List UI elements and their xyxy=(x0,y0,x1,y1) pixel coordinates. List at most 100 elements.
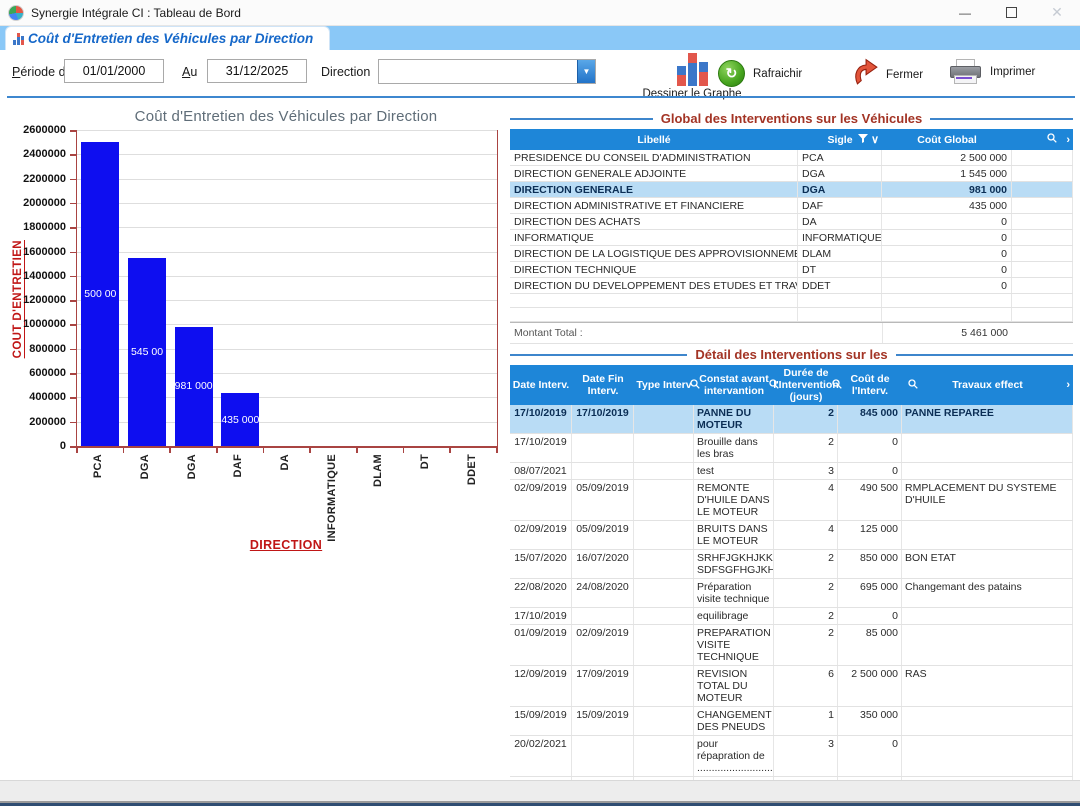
close-arrow-icon xyxy=(852,58,878,91)
table-row[interactable]: 22/08/202024/08/2020Préparation visite t… xyxy=(510,579,1073,608)
chevron-down-icon[interactable]: ∨ xyxy=(871,134,879,146)
table-row[interactable]: INFORMATIQUEINFORMATIQUE0 xyxy=(510,230,1073,246)
column-header-libelle[interactable]: Libellé xyxy=(510,129,798,150)
table-row[interactable]: 15/09/201915/09/2019CHANGEMENT DES PNEUD… xyxy=(510,707,1073,736)
table-row[interactable]: 17/10/2019Brouille dans les bras20 xyxy=(510,434,1073,463)
table-cell xyxy=(1012,278,1073,293)
table-cell: equilibrage xyxy=(694,608,774,624)
fermer-button[interactable]: Fermer xyxy=(852,58,923,91)
table-cell xyxy=(1012,246,1073,261)
au-label: Au xyxy=(182,65,197,79)
minimize-button[interactable]: — xyxy=(942,0,988,25)
rafraichir-button[interactable]: ↻ Rafraichir xyxy=(718,60,802,87)
x-axis-tick xyxy=(169,448,171,453)
gridline xyxy=(77,203,497,204)
chevron-right-icon[interactable]: › xyxy=(1066,379,1070,391)
table-row[interactable]: 01/09/201902/09/2019PREPARATION VISITE T… xyxy=(510,625,1073,666)
chevron-right-icon[interactable]: › xyxy=(1066,134,1070,146)
y-axis-tick xyxy=(70,324,76,326)
imprimer-button[interactable]: Imprimer xyxy=(948,59,1035,85)
table-cell: DIRECTION DU DEVELOPPEMENT DES ETUDES ET… xyxy=(510,278,798,293)
table-cell: BRUITS DANS LE MOTEUR xyxy=(694,521,774,549)
bar-value-label: 500 00 xyxy=(81,288,119,300)
y-axis-tick-label: 600000 xyxy=(6,367,66,379)
table-cell xyxy=(902,434,1073,462)
table-row[interactable]: DIRECTION DE LA LOGISTIQUE DES APPROVISI… xyxy=(510,246,1073,262)
column-header-date-fin-interv[interactable]: Date Fin Interv. xyxy=(572,365,634,405)
table-cell xyxy=(634,521,694,549)
table-cell xyxy=(634,550,694,578)
column-header-duree[interactable]: Durée de l'Intervention (jours) xyxy=(774,365,838,405)
y-axis-tick-label: 2400000 xyxy=(6,148,66,160)
table-cell: 1 545 000 xyxy=(882,166,1012,181)
table-cell: 22/08/2020 xyxy=(510,579,572,607)
table-cell: 6 xyxy=(774,666,838,706)
x-axis-tick xyxy=(76,448,78,453)
y-axis-tick-label: 400000 xyxy=(6,391,66,403)
table-row[interactable]: 02/09/201905/09/2019BRUITS DANS LE MOTEU… xyxy=(510,521,1073,550)
au-input[interactable] xyxy=(207,59,307,83)
table-row[interactable]: DIRECTION TECHNIQUEDT0 xyxy=(510,262,1073,278)
search-icon[interactable] xyxy=(690,379,700,392)
x-axis-tick-label: INFORMATIQUE xyxy=(326,454,338,542)
close-button[interactable]: ✕ xyxy=(1034,0,1080,25)
periode-du-input[interactable] xyxy=(64,59,164,83)
table-row[interactable]: 15/07/202016/07/2020SRHFJGKHJKKZZ SDFSGF… xyxy=(510,550,1073,579)
table-cell xyxy=(634,736,694,776)
column-header-sigle[interactable]: Sigle ∨ xyxy=(798,129,882,150)
y-axis-tick xyxy=(70,397,76,399)
maximize-button[interactable] xyxy=(988,0,1034,25)
table-cell: 08/07/2021 xyxy=(510,463,572,479)
gridline xyxy=(77,252,497,253)
taskbar-edge xyxy=(0,801,1080,806)
table-row[interactable]: 02/09/201905/09/2019REMONTE D'HUILE DANS… xyxy=(510,480,1073,521)
table-cell xyxy=(882,294,1012,307)
table-cell xyxy=(634,463,694,479)
search-icon[interactable] xyxy=(1047,133,1057,146)
column-header-date-interv[interactable]: Date Interv. xyxy=(510,365,572,405)
table-row[interactable]: 17/10/2019equilibrage20 xyxy=(510,608,1073,625)
search-icon[interactable] xyxy=(908,379,918,392)
x-axis-tick xyxy=(496,448,498,453)
table-row[interactable]: 08/07/2021test30 xyxy=(510,463,1073,480)
table-cell: 2 xyxy=(774,625,838,665)
x-axis-title: DIRECTION xyxy=(76,538,496,552)
table-cell xyxy=(902,707,1073,735)
status-band xyxy=(0,780,1080,802)
table-cell: 17/10/2019 xyxy=(510,434,572,462)
bar-value-label: 545 00 xyxy=(128,346,166,358)
direction-combobox[interactable]: ▼ xyxy=(378,59,596,84)
table-row[interactable]: DIRECTION DU DEVELOPPEMENT DES ETUDES ET… xyxy=(510,278,1073,294)
global-total-value: 5 461 000 xyxy=(882,323,1012,343)
x-axis-tick-label: DGA xyxy=(139,454,151,479)
tab-cout-entretien[interactable]: Coût d'Entretien des Véhicules par Direc… xyxy=(5,26,330,50)
table-cell: 02/09/2019 xyxy=(510,521,572,549)
table-cell: RMPLACEMENT DU SYSTEME D'HUILE xyxy=(902,480,1073,520)
table-row[interactable]: DIRECTION DES ACHATSDA0 xyxy=(510,214,1073,230)
x-axis-tick xyxy=(123,448,125,453)
y-axis-tick-label: 1600000 xyxy=(6,246,66,258)
column-header-cout-global[interactable]: Coût Global xyxy=(882,129,1012,150)
table-row[interactable]: 12/09/201917/09/2019REVISION TOTAL DU MO… xyxy=(510,666,1073,707)
column-header-cout-interv[interactable]: Coût de l'Interv. xyxy=(838,365,902,405)
section-line xyxy=(930,118,1073,120)
table-cell: 4 xyxy=(774,521,838,549)
table-row[interactable]: 20/02/2021pour répapration de ..........… xyxy=(510,736,1073,777)
table-cell xyxy=(634,434,694,462)
table-cell: 20/02/2021 xyxy=(510,736,572,776)
column-header-type-interv[interactable]: Type Interv xyxy=(634,365,694,405)
section-line xyxy=(510,354,687,356)
global-header-filler[interactable]: › xyxy=(1012,129,1073,150)
global-total-label: Montant Total : xyxy=(510,323,882,343)
table-row[interactable]: 17/10/201917/10/2019PANNE DU MOTEUR2845 … xyxy=(510,405,1073,434)
chevron-down-icon[interactable]: ▼ xyxy=(577,60,595,83)
table-cell: DLAM xyxy=(798,246,882,261)
search-icon[interactable] xyxy=(769,379,779,392)
column-header-constat[interactable]: Constat avant intervantion xyxy=(694,365,774,405)
column-header-travaux[interactable]: Travaux effect › xyxy=(902,365,1073,405)
table-row[interactable]: DIRECTION ADMINISTRATIVE ET FINANCIEREDA… xyxy=(510,198,1073,214)
table-row[interactable]: DIRECTION GENERALE ADJOINTEDGA1 545 000 xyxy=(510,166,1073,182)
table-row[interactable]: DIRECTION GENERALEDGA981 000 xyxy=(510,182,1073,198)
filter-icon[interactable] xyxy=(858,134,868,146)
table-row[interactable]: PRESIDENCE DU CONSEIL D'ADMINISTRATIONPC… xyxy=(510,150,1073,166)
